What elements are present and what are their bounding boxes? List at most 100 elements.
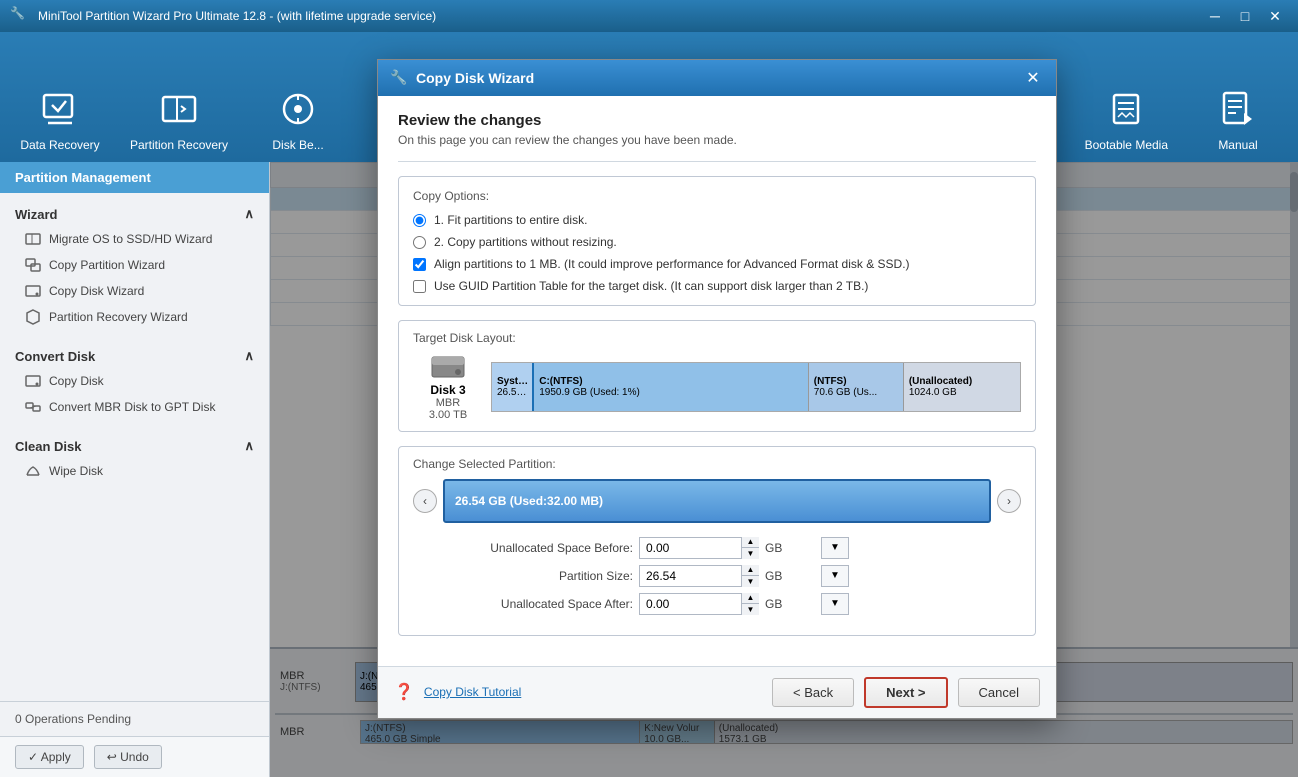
partition-recovery-wizard-icon	[25, 309, 41, 325]
sidebar-section-clean: Clean Disk ∧ Wipe Disk	[0, 425, 269, 489]
guid-partition-checkbox[interactable]	[413, 280, 426, 293]
unallocated-after-dropdown[interactable]: ▼	[821, 593, 849, 615]
copy-option-1-row: 1. Fit partitions to entire disk.	[413, 213, 1021, 227]
toolbar-disk-benchmark[interactable]: Disk Be...	[258, 85, 338, 152]
minimize-button[interactable]: ─	[1202, 6, 1228, 26]
layout-partitions: System Res 26.5 GB (Us... C:(NTFS) 1950.…	[491, 362, 1021, 412]
sidebar-action-bar: ✓ Apply ↩ Undo	[0, 736, 269, 777]
partition-size-label: Partition Size:	[433, 569, 633, 583]
sidebar-tab[interactable]: Partition Management	[0, 162, 269, 193]
operations-pending: 0 Operations Pending	[0, 701, 269, 736]
copy-disk-tutorial-link[interactable]: Copy Disk Tutorial	[424, 685, 521, 699]
migrate-icon	[25, 231, 41, 247]
unallocated-after-unit: GB	[765, 597, 815, 611]
toolbar-manual[interactable]: Manual	[1198, 85, 1278, 152]
target-disk-layout-title: Target Disk Layout:	[413, 331, 1021, 345]
partition-size-spin-down[interactable]: ▼	[742, 576, 759, 587]
apply-button[interactable]: ✓ Apply	[15, 745, 84, 769]
copy-disk-wizard-dialog: 🔧 Copy Disk Wizard ✕ Review the changes …	[377, 162, 1057, 719]
sidebar-item-partition-recovery-wizard[interactable]: Partition Recovery Wizard	[0, 304, 269, 330]
copy-options-group: Copy Options: 1. Fit partitions to entir…	[398, 176, 1036, 306]
layout-part-name-1: System Res	[497, 376, 528, 387]
target-disk-type: MBR	[436, 397, 460, 409]
copy-option-1-label[interactable]: 1. Fit partitions to entire disk.	[434, 213, 587, 227]
toolbar-partition-recovery-label: Partition Recovery	[130, 138, 228, 152]
wipe-icon	[25, 463, 41, 479]
partition-field-size: Partition Size: ▲ ▼ GB ▼	[433, 565, 1001, 587]
unallocated-after-spin-down[interactable]: ▼	[742, 604, 759, 615]
app-title: MiniTool Partition Wizard Pro Ultimate 1…	[38, 9, 1202, 23]
partition-size-spin-btns: ▲ ▼	[741, 565, 759, 587]
unallocated-before-spin-down[interactable]: ▼	[742, 548, 759, 559]
copy-option-1-radio[interactable]	[413, 214, 426, 227]
layout-part-size-2: 1950.9 GB (Used: 1%)	[539, 387, 803, 398]
manual-icon	[1214, 85, 1262, 133]
copy-options-title: Copy Options:	[413, 189, 1021, 203]
copy-option-2-label[interactable]: 2. Copy partitions without resizing.	[434, 235, 617, 249]
titlebar: 🔧 MiniTool Partition Wizard Pro Ultimate…	[0, 0, 1298, 32]
sidebar-item-copy-disk[interactable]: Copy Disk	[0, 368, 269, 394]
undo-button[interactable]: ↩ Undo	[94, 745, 162, 769]
copy-disk-sm-icon	[25, 373, 41, 389]
layout-part-name-4: (Unallocated)	[909, 376, 1015, 387]
sidebar-section-clean-header: Clean Disk ∧	[0, 430, 269, 458]
partition-size-unit: GB	[765, 569, 815, 583]
sidebar-section-wizard: Wizard ∧ Migrate OS to SSD/HD Wizard Cop…	[0, 193, 269, 335]
copy-option-2-radio[interactable]	[413, 236, 426, 249]
layout-part-size-4: 1024.0 GB	[909, 387, 1015, 398]
copy-option-2-row: 2. Copy partitions without resizing.	[413, 235, 1021, 249]
align-partitions-label[interactable]: Align partitions to 1 MB. (It could impr…	[434, 257, 910, 271]
sidebar-item-wipe-disk[interactable]: Wipe Disk	[0, 458, 269, 484]
copy-disk-icon	[25, 283, 41, 299]
layout-part-unallocated[interactable]: (Unallocated) 1024.0 GB	[904, 363, 1020, 411]
sidebar-item-copy-partition[interactable]: Copy Partition Wizard	[0, 252, 269, 278]
toolbar-data-recovery[interactable]: Data Recovery	[20, 85, 100, 152]
guid-partition-row: Use GUID Partition Table for the target …	[413, 279, 1021, 293]
disk-benchmark-icon	[274, 85, 322, 133]
toolbar-disk-benchmark-label: Disk Be...	[272, 138, 323, 152]
unallocated-after-spinner: ▲ ▼	[639, 593, 759, 615]
layout-part-size-1: 26.5 GB (Us...	[497, 387, 528, 398]
sidebar-item-convert-mbr-gpt[interactable]: Convert MBR Disk to GPT Disk	[0, 394, 269, 420]
toolbar-partition-recovery[interactable]: Partition Recovery	[130, 85, 228, 152]
unallocated-before-spin-btns: ▲ ▼	[741, 537, 759, 559]
partition-size-dropdown[interactable]: ▼	[821, 565, 849, 587]
cancel-button[interactable]: Cancel	[958, 678, 1040, 707]
back-button[interactable]: < Back	[772, 678, 854, 707]
layout-part-system-res[interactable]: System Res 26.5 GB (Us...	[492, 363, 534, 411]
change-partition-group: Change Selected Partition: ‹ 26.54 GB (U…	[398, 446, 1036, 636]
sidebar-item-migrate-os[interactable]: Migrate OS to SSD/HD Wizard	[0, 226, 269, 252]
align-partitions-checkbox[interactable]	[413, 258, 426, 271]
close-button[interactable]: ✕	[1262, 6, 1288, 26]
unallocated-before-dropdown[interactable]: ▼	[821, 537, 849, 559]
help-icon: ❓	[394, 682, 414, 702]
sidebar-section-wizard-header: Wizard ∧	[0, 198, 269, 226]
unallocated-after-spin-up[interactable]: ▲	[742, 593, 759, 605]
target-disk-layout-row: Disk 3 MBR 3.00 TB System Res 26.5 GB (U…	[413, 353, 1021, 421]
guid-partition-label[interactable]: Use GUID Partition Table for the target …	[434, 279, 868, 293]
layout-part-size-3: 70.6 GB (Us...	[814, 387, 898, 398]
sidebar-item-copy-disk-wizard[interactable]: Copy Disk Wizard	[0, 278, 269, 304]
app-icon: 🔧	[10, 6, 30, 26]
layout-part-name-2: C:(NTFS)	[539, 376, 803, 387]
partition-size-spin-up[interactable]: ▲	[742, 565, 759, 577]
layout-part-c[interactable]: C:(NTFS) 1950.9 GB (Used: 1%)	[534, 363, 809, 411]
unallocated-after-spin-btns: ▲ ▼	[741, 593, 759, 615]
toolbar-bootable-media[interactable]: Bootable Media	[1085, 85, 1168, 152]
layout-part-name-3: (NTFS)	[814, 376, 898, 387]
partition-slider-row: ‹ 26.54 GB (Used:32.00 MB) ›	[413, 479, 1021, 523]
maximize-button[interactable]: □	[1232, 6, 1258, 26]
toolbar-data-recovery-label: Data Recovery	[20, 138, 99, 152]
partition-field-after: Unallocated Space After: ▲ ▼ GB ▼	[433, 593, 1001, 615]
dialog-footer: ❓ Copy Disk Tutorial < Back Next > Cance…	[378, 666, 1056, 718]
next-button[interactable]: Next >	[864, 677, 947, 708]
unallocated-before-spin-up[interactable]: ▲	[742, 537, 759, 549]
layout-part-ntfs2[interactable]: (NTFS) 70.6 GB (Us...	[809, 363, 904, 411]
unallocated-before-unit: GB	[765, 541, 815, 555]
target-disk-size: 3.00 TB	[429, 409, 467, 421]
partition-nav-right[interactable]: ›	[997, 489, 1021, 513]
partition-nav-left[interactable]: ‹	[413, 489, 437, 513]
dialog-body: Review the changes On this page you can …	[378, 162, 1056, 666]
sidebar-section-convert-header: Convert Disk ∧	[0, 340, 269, 368]
data-recovery-icon	[36, 85, 84, 133]
